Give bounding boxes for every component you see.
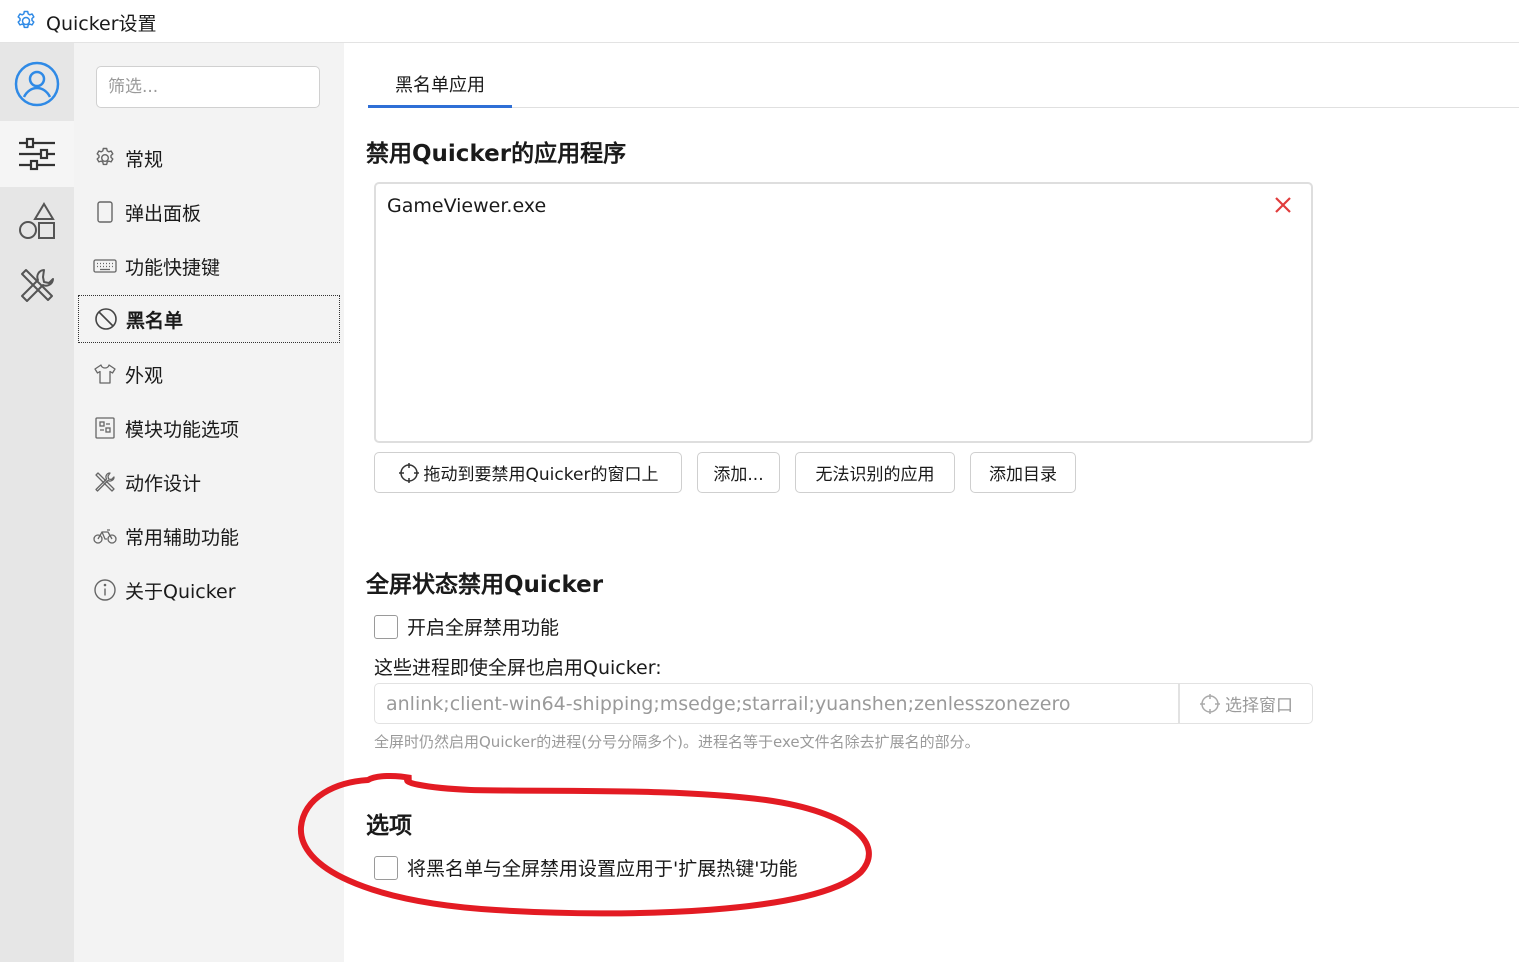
fullscreen-enable-row[interactable]: 开启全屏禁用功能 [374,613,559,640]
user-icon [14,61,60,107]
options-title: 选项 [366,813,412,839]
nav-item-label: 功能快捷键 [125,256,221,279]
app-name: GameViewer.exe [387,195,547,217]
tshirt-icon [92,361,118,387]
panel-icon [92,199,118,225]
nav-item-blacklist[interactable]: 黑名单 [78,295,340,343]
apply-hotkeys-label: 将黑名单与全屏禁用设置应用于'扩展热键'功能 [407,858,798,880]
settings-nav: 常规 弹出面板 功能快捷键 黑名单 外观 模块功能选项 动作设计 [74,43,344,962]
rail-user-button[interactable] [0,51,74,117]
exceptions-input[interactable] [374,683,1179,724]
tools-icon [21,269,54,302]
pick-window-button[interactable]: 选择窗口 [1179,683,1313,724]
bicycle-icon [92,523,118,549]
filter-input[interactable] [96,66,320,108]
gear-icon [92,145,118,171]
rail-settings-button[interactable] [0,121,74,187]
apply-hotkeys-row[interactable]: 将黑名单与全屏禁用设置应用于'扩展热键'功能 [374,854,797,881]
nav-item-hotkeys[interactable]: 功能快捷键 [78,242,340,290]
tab-bar: 黑名单应用 [368,63,1519,108]
sliders-icon [19,137,55,171]
blocked-apps-title: 禁用Quicker的应用程序 [366,141,627,167]
keyboard-icon [92,253,118,279]
nav-item-popup-panel[interactable]: 弹出面板 [78,188,340,236]
settings-gear-icon [17,10,35,29]
fullscreen-enable-label: 开启全屏禁用功能 [407,617,560,639]
rail-tools-button[interactable] [0,253,74,319]
crosshair-icon [398,462,419,483]
main-content: 黑名单应用 禁用Quicker的应用程序 GameViewer.exe 拖动到要… [344,43,1519,962]
exceptions-hint: 全屏时仍然启用Quicker的进程(分号分隔多个)。进程名等于exe文件名除去扩… [374,733,980,751]
icon-rail [0,43,74,962]
rail-shapes-button[interactable] [0,188,74,254]
nav-item-assist[interactable]: 常用辅助功能 [78,512,340,560]
fullscreen-title: 全屏状态禁用Quicker [366,572,604,598]
add-app-button[interactable]: 添加... [697,452,780,493]
shapes-icon [19,202,55,239]
nav-item-label: 关于Quicker [125,580,236,603]
nav-item-label: 黑名单 [126,309,184,332]
close-icon[interactable] [1271,193,1295,217]
blocked-apps-list[interactable]: GameViewer.exe [374,182,1313,443]
design-icon [92,469,118,495]
nav-item-appearance[interactable]: 外观 [78,350,340,398]
exceptions-label: 这些进程即使全屏也启用Quicker: [374,657,662,679]
ban-icon [93,306,119,332]
nav-item-label: 弹出面板 [125,202,202,225]
nav-item-label: 常规 [125,148,164,171]
drag-target-label: 拖动到要禁用Quicker的窗口上 [423,465,659,485]
module-icon [92,415,118,441]
fullscreen-enable-checkbox[interactable] [374,614,398,639]
drag-target-button[interactable]: 拖动到要禁用Quicker的窗口上 [374,452,682,493]
info-icon [92,577,118,603]
crosshair-icon [1200,693,1220,714]
nav-item-label: 动作设计 [125,472,202,495]
add-directory-button[interactable]: 添加目录 [970,452,1076,493]
title-bar: Quicker设置 [0,0,1519,43]
nav-item-label: 常用辅助功能 [125,526,240,549]
nav-item-module-options[interactable]: 模块功能选项 [78,404,340,452]
nav-item-general[interactable]: 常规 [78,134,340,182]
list-item[interactable]: GameViewer.exe [376,184,1311,230]
apply-hotkeys-checkbox[interactable] [374,855,398,880]
nav-item-about[interactable]: 关于Quicker [78,566,340,614]
tab-blacklist-apps[interactable]: 黑名单应用 [368,63,512,108]
window-title: Quicker设置 [46,13,157,35]
nav-item-action-design[interactable]: 动作设计 [78,458,340,506]
pick-window-label: 选择窗口 [1225,696,1293,716]
unknown-app-button[interactable]: 无法识别的应用 [795,452,955,493]
nav-item-label: 外观 [125,364,164,387]
nav-item-label: 模块功能选项 [125,418,240,441]
